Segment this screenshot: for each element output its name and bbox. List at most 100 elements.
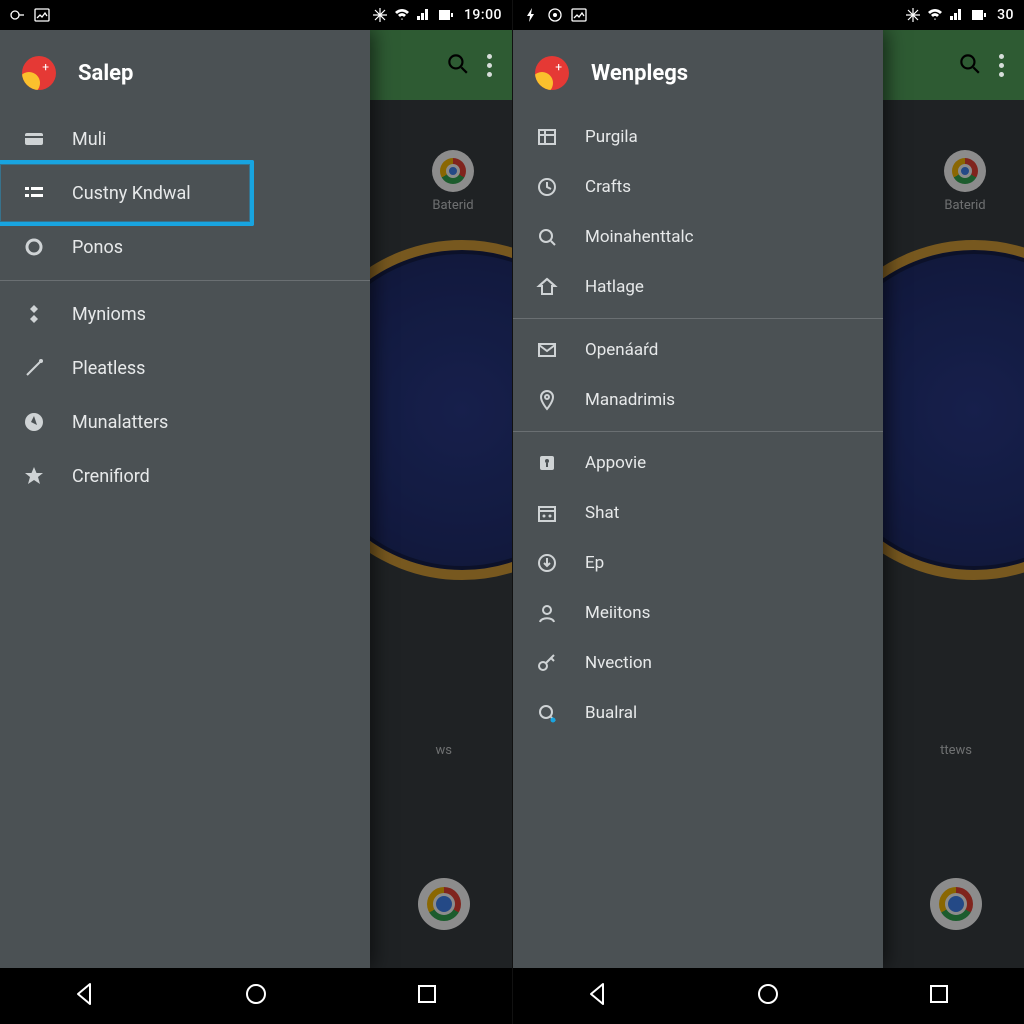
snowflake-icon	[372, 7, 388, 23]
chrome-icon	[440, 158, 466, 184]
drawer-item-purgila[interactable]: Purgila	[513, 112, 883, 162]
overflow-menu-button[interactable]	[479, 50, 500, 81]
wand-icon	[22, 357, 46, 379]
phone-left: 19:00 Baterid ws + Salep	[0, 0, 512, 1024]
drawer-item-label: Mynioms	[72, 304, 146, 325]
mail-icon	[535, 339, 559, 361]
bg-app-top: Baterid	[944, 150, 986, 213]
chrome-icon	[952, 158, 978, 184]
drawer-item-label: Hatlage	[585, 277, 644, 297]
navigation-drawer: + Salep Muli Custny Kndwal Ponos	[0, 30, 370, 968]
divider	[0, 280, 370, 281]
drawer-item-munalatters[interactable]: Munalatters	[0, 395, 370, 449]
grid-icon	[535, 126, 559, 148]
phone-right: 30 Baterid ttews + Wenplegs	[512, 0, 1024, 1024]
drawer-item-crenifiord[interactable]: Crenifiord	[0, 449, 370, 503]
drawer-item-nvection[interactable]: Nvection	[513, 638, 883, 688]
drawer-item-label: Munalatters	[72, 412, 168, 433]
bg-app-mid: ttews	[940, 743, 972, 758]
star-icon	[22, 465, 46, 487]
status-bar: 19:00	[0, 0, 512, 30]
drawer-item-moinahenttalc[interactable]: Moinahenttalc	[513, 212, 883, 262]
bg-app-top: Baterid	[432, 150, 474, 213]
drawer-item-label: Appovie	[585, 453, 646, 473]
home-button[interactable]	[755, 981, 781, 1011]
cell-icon	[949, 7, 965, 23]
drawer-item-bualral[interactable]: Bualral	[513, 688, 883, 738]
diamond-icon	[22, 303, 46, 325]
drawer-item-ep[interactable]: Ep	[513, 538, 883, 588]
side-by-side-stage: 19:00 Baterid ws + Salep	[0, 0, 1024, 1024]
drawer-item-label: Shat	[585, 503, 619, 523]
home-button[interactable]	[243, 981, 269, 1011]
search-icon	[535, 226, 559, 248]
person-icon	[535, 602, 559, 624]
avatar-icon[interactable]: +	[535, 56, 569, 90]
home-icon	[535, 276, 559, 298]
drawer-item-label: Muli	[72, 129, 106, 150]
drawer-item-hatlage[interactable]: Hatlage	[513, 262, 883, 312]
bg-app-chrome	[930, 878, 982, 936]
system-nav-bar	[513, 968, 1024, 1024]
back-button[interactable]	[585, 981, 611, 1011]
search-button[interactable]	[957, 51, 981, 79]
recents-button[interactable]	[414, 981, 440, 1011]
drawer-item-shat[interactable]: Shat	[513, 488, 883, 538]
status-time: 19:00	[464, 7, 502, 23]
drawer-item-label: Meiitons	[585, 603, 650, 623]
snowflake-icon	[905, 7, 921, 23]
avatar-icon[interactable]: +	[22, 56, 56, 90]
search-button[interactable]	[445, 51, 469, 79]
drawer-item-label: Manadrimis	[585, 390, 675, 410]
wifi-icon	[394, 7, 410, 23]
image-icon	[571, 7, 587, 23]
searchdot-icon	[535, 702, 559, 724]
target-icon	[547, 7, 563, 23]
drawer-item-label: Crafts	[585, 177, 631, 197]
bolt-icon	[523, 7, 539, 23]
pin-icon	[535, 389, 559, 411]
bg-app-chrome	[418, 878, 470, 936]
chrome-icon	[427, 887, 461, 921]
drawer-item-meiitons[interactable]: Meiitons	[513, 588, 883, 638]
drawer-item-label: Crenifiord	[72, 466, 150, 487]
bg-app-mid: ws	[436, 743, 452, 758]
status-time: 30	[997, 7, 1014, 23]
navigation-drawer: + Wenplegs Purgila Crafts Moinahenttalc	[513, 30, 883, 968]
key-icon	[535, 652, 559, 674]
drawer-item-label: Custny Kndwal	[72, 183, 191, 204]
drawer-item-label: Purgila	[585, 127, 638, 147]
drawer-item-pleatless[interactable]: Pleatless	[0, 341, 370, 395]
drawer-item-muli[interactable]: Muli	[0, 112, 370, 166]
overflow-menu-button[interactable]	[991, 50, 1012, 81]
download-icon	[535, 552, 559, 574]
place-icon	[535, 452, 559, 474]
drawer-item-label: Moinahenttalc	[585, 227, 693, 247]
drawer-item-label: Nvection	[585, 653, 652, 673]
cell-icon	[416, 7, 432, 23]
battery-icon	[971, 7, 987, 23]
drawer-item-openaard[interactable]: Openáaŕd	[513, 325, 883, 375]
system-nav-bar	[0, 968, 512, 1024]
image-icon	[34, 7, 50, 23]
debug-icon	[10, 7, 26, 23]
clock-icon	[535, 176, 559, 198]
divider	[513, 431, 883, 432]
back-button[interactable]	[72, 981, 98, 1011]
compass-icon	[22, 411, 46, 433]
drawer-item-label: Openáaŕd	[585, 340, 658, 360]
drawer-item-label: Ep	[585, 553, 604, 573]
list-icon	[22, 182, 46, 204]
drawer-title: Salep	[78, 61, 133, 86]
drawer-item-crafts[interactable]: Crafts	[513, 162, 883, 212]
drawer-item-custny[interactable]: Custny Kndwal	[0, 166, 370, 220]
drawer-item-appovie[interactable]: Appovie	[513, 438, 883, 488]
chrome-icon	[939, 887, 973, 921]
drawer-title: Wenplegs	[591, 61, 688, 86]
recents-button[interactable]	[926, 981, 952, 1011]
circle-icon	[22, 236, 46, 258]
drawer-item-manadrimis[interactable]: Manadrimis	[513, 375, 883, 425]
drawer-item-mynioms[interactable]: Mynioms	[0, 287, 370, 341]
drawer-item-label: Pleatless	[72, 358, 145, 379]
drawer-item-ponos[interactable]: Ponos	[0, 220, 370, 274]
